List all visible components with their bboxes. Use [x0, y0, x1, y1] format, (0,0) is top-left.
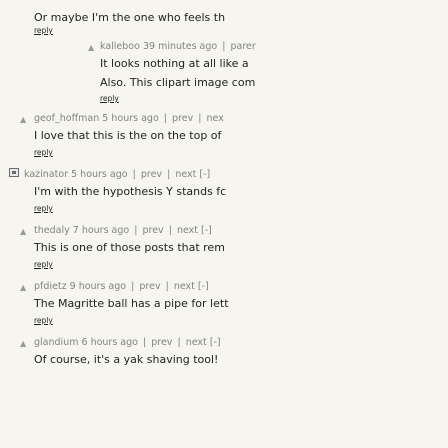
collapse-link[interactable]: [-]: [201, 225, 212, 236]
collapse-link[interactable]: [-]: [198, 281, 209, 292]
comment-age[interactable]: 39 minutes ago: [143, 41, 217, 52]
parent-link[interactable]: parer: [230, 41, 255, 52]
comment-user[interactable]: geof_hoffman: [34, 113, 99, 124]
next-link[interactable]: next: [177, 225, 198, 236]
reply-link[interactable]: reply: [100, 93, 119, 105]
prev-link[interactable]: prev: [142, 225, 163, 236]
comment-text: This is one of those posts that rem: [34, 241, 225, 254]
next-link[interactable]: next: [175, 169, 196, 180]
upvote-arrow-icon[interactable]: ▲: [88, 42, 94, 54]
comment: ▲ geof_hoffman 5 hours ago | prev | nex …: [0, 111, 448, 167]
reply-link[interactable]: reply: [34, 203, 53, 215]
comment-text: It looks nothing at all like a: [100, 57, 249, 70]
next-link[interactable]: next: [186, 337, 207, 348]
comment-age[interactable]: 5 hours ago: [102, 113, 158, 124]
comment-thread: Or maybe I'm the one who feels th reply …: [0, 0, 448, 375]
comment-meta: pfdietz 9 hours ago | prev | next [-]: [34, 281, 209, 292]
comment-text: Of course, it's a yak shaving tool!: [34, 353, 219, 366]
prev-link[interactable]: prev: [172, 113, 193, 124]
flag-icon[interactable]: [9, 168, 19, 177]
next-link[interactable]: next: [174, 281, 195, 292]
next-link[interactable]: nex: [207, 113, 224, 124]
comment-user[interactable]: kazinator: [24, 169, 68, 180]
collapse-link[interactable]: [-]: [210, 337, 221, 348]
prev-link[interactable]: prev: [151, 337, 172, 348]
comment-meta: kalleboo 39 minutes ago | parer: [100, 41, 256, 52]
comment-age[interactable]: 9 hours ago: [70, 281, 126, 292]
comment-meta: thedaly 7 hours ago | prev | next [-]: [34, 225, 212, 236]
comment: Or maybe I'm the one who feels th reply: [0, 0, 448, 39]
collapse-link[interactable]: [-]: [199, 169, 210, 180]
comment: ▲ kalleboo 39 minutes ago | parer It loo…: [0, 39, 448, 111]
comment-partial-top-line: [34, 0, 448, 2]
comment-text: Or maybe I'm the one who feels th: [34, 11, 226, 24]
comment: ▲ thedaly 7 hours ago | prev | next [-] …: [0, 223, 448, 279]
comment-user[interactable]: thedaly: [34, 225, 70, 236]
upvote-arrow-icon[interactable]: ▲: [20, 282, 26, 294]
upvote-arrow-icon[interactable]: ▲: [20, 226, 26, 238]
comment-meta: geof_hoffman 5 hours ago | prev | nex: [34, 113, 224, 124]
reply-link[interactable]: reply: [34, 25, 53, 37]
upvote-arrow-icon[interactable]: ▲: [20, 114, 26, 126]
comment-user[interactable]: glandium: [34, 337, 78, 348]
reply-link[interactable]: reply: [34, 315, 53, 327]
prev-link[interactable]: prev: [141, 169, 162, 180]
comment-text: The Magritte ball has a pipe for lett: [34, 297, 229, 310]
comment-meta: kazinator 5 hours ago | prev | next [-]: [24, 169, 211, 180]
reply-link[interactable]: reply: [34, 259, 53, 271]
comment-age[interactable]: 7 hours ago: [73, 225, 129, 236]
upvote-arrow-icon[interactable]: ▲: [20, 338, 26, 350]
comment: ▲ pfdietz 9 hours ago | prev | next [-] …: [0, 279, 448, 335]
comment-text: I'm with the hypothesis Y stands fc: [34, 185, 227, 198]
comment-age[interactable]: 5 hours ago: [71, 169, 127, 180]
prev-link[interactable]: prev: [139, 281, 160, 292]
comment-user[interactable]: pfdietz: [34, 281, 67, 292]
comment: ▲ glandium 6 hours ago | prev | next [-]…: [0, 335, 448, 375]
comment: kazinator 5 hours ago | prev | next [-] …: [0, 167, 448, 223]
comment-text: I love that this is the on the top of: [34, 129, 222, 142]
comment-age[interactable]: 6 hours ago: [82, 337, 138, 348]
reply-link[interactable]: reply: [34, 147, 53, 159]
comment-user[interactable]: kalleboo: [100, 41, 140, 52]
comment-text-2: Also. This clipart image com: [100, 76, 256, 89]
comment-meta: glandium 6 hours ago | prev | next [-]: [34, 337, 221, 348]
